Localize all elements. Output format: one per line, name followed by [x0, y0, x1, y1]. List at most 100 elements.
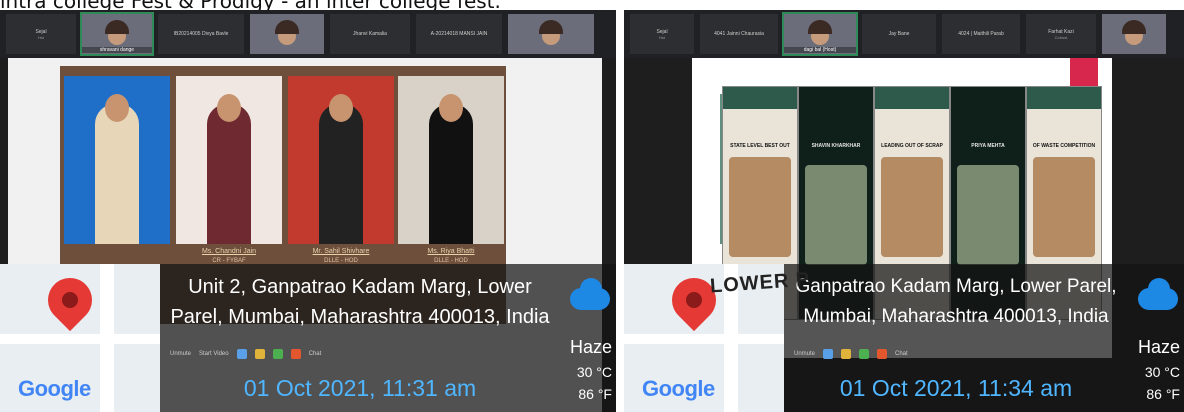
post-image — [729, 157, 791, 257]
participant-video-tile[interactable] — [1102, 14, 1166, 54]
weather-widget: Haze 30 °C 86 °F — [1128, 278, 1180, 402]
weather-celsius: 30 °C — [576, 364, 612, 380]
participant-name: Jhanvi Kamalia — [353, 31, 387, 37]
person-figure — [95, 104, 139, 244]
participant-tile[interactable]: IB20214005 Divya Bavle — [158, 14, 244, 54]
post-image — [957, 165, 1019, 265]
post-title: LEADING OUT OF SCRAP — [881, 143, 943, 149]
weather-widget: Haze 30 °C 86 °F — [560, 278, 612, 402]
weather-condition: Haze — [1137, 337, 1180, 357]
participant-video-tile[interactable] — [508, 14, 594, 54]
post-header — [799, 87, 873, 109]
weather-fahrenheit: 86 °F — [578, 386, 612, 402]
participant-tile[interactable]: Farhat Kazi Cohost — [1026, 14, 1096, 54]
right-screenshot: Sejal Hst 4041 Jainni Chaurasia dagi bal … — [624, 10, 1184, 412]
person-name: Ms. Riya Bhatti — [427, 248, 475, 255]
person-photo — [64, 76, 170, 244]
avatar — [808, 20, 832, 34]
map-road — [0, 334, 160, 344]
avatar — [539, 20, 563, 34]
browser-icon[interactable] — [236, 349, 247, 359]
start-video-button[interactable]: Start Video — [199, 351, 229, 357]
divider — [616, 10, 624, 412]
person-head — [105, 94, 129, 122]
chrome-icon[interactable] — [877, 349, 888, 359]
location-pin-icon — [38, 268, 102, 332]
map-thumbnail: Google — [0, 264, 160, 412]
browser-icon[interactable] — [823, 349, 834, 359]
participant-strip: Sejal Hst shravani dange IB20214005 Divya… — [0, 10, 616, 58]
weather-celsius: 30 °C — [1144, 364, 1180, 380]
post-header — [875, 87, 949, 109]
store-icon[interactable] — [272, 349, 283, 359]
post-header — [951, 87, 1025, 109]
post-title: STATE LEVEL BEST OUT — [730, 143, 790, 149]
participant-tile[interactable]: Sejal Hst — [6, 14, 76, 54]
google-logo: Google — [18, 376, 91, 402]
files-icon[interactable] — [841, 349, 852, 359]
participant-video-tile[interactable]: shravani dange — [80, 12, 154, 56]
page-caption: intra college Fest & Prodigy - an inter … — [0, 0, 1184, 10]
person-figure — [207, 104, 251, 244]
geotag-overlay: Google Unit 2, Ganpatrao Kadam Marg, Low… — [0, 264, 616, 412]
post-image — [805, 165, 867, 265]
chrome-icon[interactable] — [290, 349, 301, 359]
participant-sub: Cohost — [1054, 34, 1068, 40]
post-header — [1027, 87, 1101, 109]
post-header — [723, 87, 797, 109]
participant-tile[interactable]: Jhanvi Kamalia — [330, 14, 410, 54]
meeting-controls: Unmute Chat — [784, 344, 1184, 364]
geotag-address: Ganpatrao Kadam Marg, Lower Parel, Mumba… — [795, 276, 1117, 327]
avatar — [1122, 20, 1146, 34]
chat-button[interactable]: Chat — [895, 351, 908, 357]
weather-condition: Haze — [569, 337, 612, 357]
person-head — [439, 94, 463, 122]
participant-video-tile[interactable] — [250, 14, 324, 54]
left-screenshot: Sejal Hst shravani dange IB20214005 Divya… — [0, 10, 616, 412]
person-name: Ms. Chandni Jain — [201, 248, 257, 255]
person-photo — [398, 76, 504, 244]
participant-tile[interactable]: 4024 | Maithili Parab — [942, 14, 1020, 54]
avatar — [105, 20, 129, 34]
participant-tile[interactable]: Sejal Hst — [630, 14, 694, 54]
files-icon[interactable] — [254, 349, 265, 359]
post-image — [881, 157, 943, 257]
person-name: Mr. Sahil Shivhare — [312, 248, 370, 255]
person-figure — [319, 104, 363, 244]
participant-tile[interactable]: 4041 Jainni Chaurasia — [700, 14, 778, 54]
participant-name: shravani dange — [82, 47, 152, 53]
participant-tile[interactable]: Jay Bane — [862, 14, 936, 54]
geotag-datetime: 01 Oct 2021, 11:34 am — [839, 375, 1073, 401]
person-photo — [288, 76, 394, 244]
post-title: PRIYA MEHTA — [971, 143, 1005, 149]
cloud-icon — [570, 278, 610, 310]
participant-sub: Hst — [38, 34, 44, 40]
participant-name: dagi bal (Host) — [784, 47, 856, 53]
unmute-button[interactable]: Unmute — [170, 351, 191, 357]
google-logo-text: Google — [18, 376, 91, 401]
weather-fahrenheit: 86 °F — [1146, 386, 1180, 402]
person-photo — [176, 76, 282, 244]
participant-name: 4041 Jainni Chaurasia — [714, 31, 764, 37]
participant-name: IB20214005 Divya Bavle — [173, 31, 229, 37]
geotag-datetime: 01 Oct 2021, 11:31 am — [243, 375, 477, 401]
meeting-controls: Unmute Start Video Chat — [160, 344, 616, 364]
google-logo-text: Google — [642, 376, 715, 401]
participant-video-tile[interactable]: dagi bal (Host) — [782, 12, 858, 56]
chat-button[interactable]: Chat — [309, 351, 322, 357]
participant-sub: Hst — [659, 34, 665, 40]
participant-name: Jay Bane — [888, 31, 910, 37]
participant-tile[interactable]: A-20214018 MANSI JAIN — [416, 14, 502, 54]
google-logo: Google — [642, 376, 715, 402]
post-title: OF WASTE COMPETITION — [1032, 143, 1096, 149]
map-road — [624, 334, 784, 344]
person-head — [217, 94, 241, 122]
participant-name: A-20214018 MANSI JAIN — [430, 31, 488, 37]
geotag-overlay: Google Ganpatrao Kadam Marg, Lower Parel… — [624, 264, 1184, 412]
person-figure — [429, 104, 473, 244]
cloud-icon — [1138, 278, 1178, 310]
unmute-button[interactable]: Unmute — [794, 351, 815, 357]
avatar — [275, 20, 299, 34]
store-icon[interactable] — [859, 349, 870, 359]
geotag-address: Unit 2, Ganpatrao Kadam Marg, Lower Pare… — [170, 276, 550, 328]
